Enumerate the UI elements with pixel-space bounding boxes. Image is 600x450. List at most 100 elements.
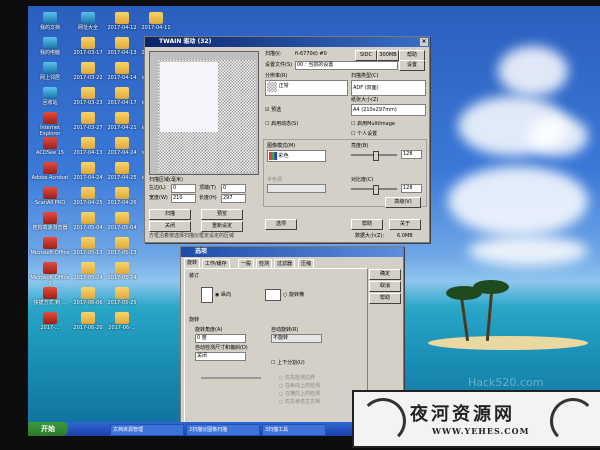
file-icon: [43, 37, 57, 49]
palm-tree: [459, 296, 470, 341]
swirl-right-icon: [550, 398, 596, 444]
file-icon: [43, 262, 57, 274]
landscape-radio[interactable]: ○ 旋转横: [283, 292, 304, 298]
sidc-button[interactable]: SIDC: [355, 50, 377, 61]
file-icon: [81, 162, 95, 174]
detect-select[interactable]: 关闭: [195, 352, 246, 361]
desktop-icon-label: 我的电脑: [39, 50, 60, 56]
angle-select[interactable]: 0 度: [195, 334, 246, 343]
palm-tree: [485, 290, 494, 342]
dpi-button[interactable]: 300MB: [377, 50, 399, 61]
options-help-button[interactable]: 帮助: [369, 293, 401, 304]
x-field[interactable]: 0: [171, 184, 196, 193]
y-field[interactable]: 0: [221, 184, 246, 193]
scan-button[interactable]: 扫描: [149, 209, 191, 220]
portrait-radio[interactable]: ◉ 纵向: [215, 292, 231, 298]
chk-detect[interactable]: ☑ 预选: [265, 107, 281, 113]
auto-rotate-select[interactable]: 不旋转: [271, 334, 322, 343]
file-icon: [81, 112, 95, 124]
file-icon: [115, 212, 129, 224]
faint-watermark: Hack520.com: [468, 376, 544, 389]
data-size-label: 数据大小(Z):: [355, 233, 385, 239]
image-mode-select[interactable]: 彩色: [267, 150, 326, 162]
brightness-slider[interactable]: [351, 151, 397, 161]
file-icon: [81, 287, 95, 299]
sub-option-radio[interactable]: ○ 在纵向上的检测: [279, 383, 320, 389]
desktop-icon-label: 2017-05-04: [107, 225, 137, 231]
scan-area-label: 扫描区域(毫米): [149, 177, 183, 183]
preview-button[interactable]: 预览: [201, 209, 243, 220]
help-button[interactable]: 帮助: [351, 219, 383, 230]
file-icon: [81, 62, 95, 74]
taskbar-button[interactable]: 2扫描仪图像扫描: [186, 424, 260, 436]
file-icon: [81, 12, 95, 24]
slider-thumb[interactable]: [373, 185, 379, 195]
about-button[interactable]: 关于: [389, 219, 421, 230]
file-icon: [115, 112, 129, 124]
file-icon: [43, 237, 57, 249]
scan-type-select[interactable]: ADF (双面): [351, 80, 426, 96]
desktop-icon-label: Microsoft Office: [30, 250, 70, 256]
options-titlebar[interactable]: 选项: [181, 247, 403, 257]
option-button[interactable]: 选项: [265, 219, 297, 230]
slider-thumb[interactable]: [373, 151, 379, 161]
file-icon: [43, 62, 57, 74]
contrast-field[interactable]: 128: [401, 184, 422, 193]
rotation-label: 旋转: [189, 317, 200, 323]
cloud: [468, 236, 588, 266]
twain-titlebar[interactable]: TWAIN 驱动 (32) ×: [145, 37, 429, 47]
binding-label: 装订: [189, 273, 200, 279]
tone-select[interactable]: [267, 184, 326, 193]
close-button[interactable]: 关闭: [149, 221, 191, 232]
file-icon: [115, 137, 129, 149]
settings-button[interactable]: 设置: [399, 60, 425, 71]
portrait-page-icon: [201, 287, 213, 303]
desktop-icon-label: Internet Explorer: [39, 125, 61, 137]
file-icon: [43, 87, 57, 99]
chk-edge[interactable]: ☐ 启用动态(S): [265, 121, 298, 127]
settings-file-select[interactable]: 00 : 当前的设置: [295, 61, 398, 70]
paper-size-select[interactable]: A4 (210x297mm): [351, 104, 426, 116]
h-field[interactable]: 297: [221, 194, 246, 203]
file-icon: [43, 112, 57, 124]
swirl-left-icon: [360, 398, 406, 444]
sub-option-radio[interactable]: ○ 优先考虑主文档: [279, 399, 320, 405]
desktop-icon-label: Adobe Acrobat: [31, 175, 69, 181]
cloud: [528, 116, 588, 156]
start-button[interactable]: 开始: [28, 422, 68, 436]
scan-type-label: 扫描类型(C): [351, 73, 379, 79]
taskbar-button[interactable]: 3扫描工具: [262, 424, 326, 436]
resolution-select[interactable]: 正常: [265, 80, 348, 96]
file-icon: [43, 12, 57, 24]
w-label: 宽度(W): [149, 195, 168, 201]
file-icon: [43, 312, 57, 324]
taskbar-button[interactable]: 文档资源管理: [110, 424, 184, 436]
chk-personal[interactable]: ☐ 个人设置: [351, 131, 377, 137]
watermark-title: 夜河资源网: [410, 404, 515, 425]
file-icon: [81, 237, 95, 249]
contrast-slider[interactable]: [351, 185, 397, 195]
sub-option-radio[interactable]: ○ 在横向上的检测: [279, 391, 320, 397]
file-icon: [115, 237, 129, 249]
advanced-button[interactable]: 高级(V): [385, 197, 421, 208]
desktop-icon[interactable]: 2017-...: [30, 312, 70, 342]
file-icon: [81, 187, 95, 199]
desktop-icon[interactable]: 2017-06-...: [102, 312, 142, 342]
desktop-icon-label: 2017-...: [40, 325, 60, 331]
brightness-field[interactable]: 128: [401, 150, 422, 159]
desktop-icon-label: 网上邻居: [39, 75, 60, 81]
sub-option-radio[interactable]: ○ 优先检测边界: [279, 375, 315, 381]
chk-updown[interactable]: ☐ 上下分割(U): [271, 360, 305, 366]
close-icon[interactable]: ×: [420, 38, 428, 46]
cancel-button[interactable]: 取消: [369, 281, 401, 292]
desktop-icon-label: ACDSee 15: [36, 150, 64, 156]
chk-custom[interactable]: ☐ 启用MultiImage: [351, 121, 395, 127]
ok-button[interactable]: 确定: [369, 269, 401, 280]
preview-frame: [149, 51, 259, 175]
reset-button[interactable]: 重新设定: [201, 221, 243, 232]
twain-title: TWAIN 驱动 (32): [159, 38, 212, 45]
detect-slider[interactable]: [201, 377, 261, 379]
file-icon: [115, 187, 129, 199]
watermark-banner: 夜河资源网 WWW.YEHES.COM: [352, 390, 600, 448]
w-field[interactable]: 210: [171, 194, 196, 203]
